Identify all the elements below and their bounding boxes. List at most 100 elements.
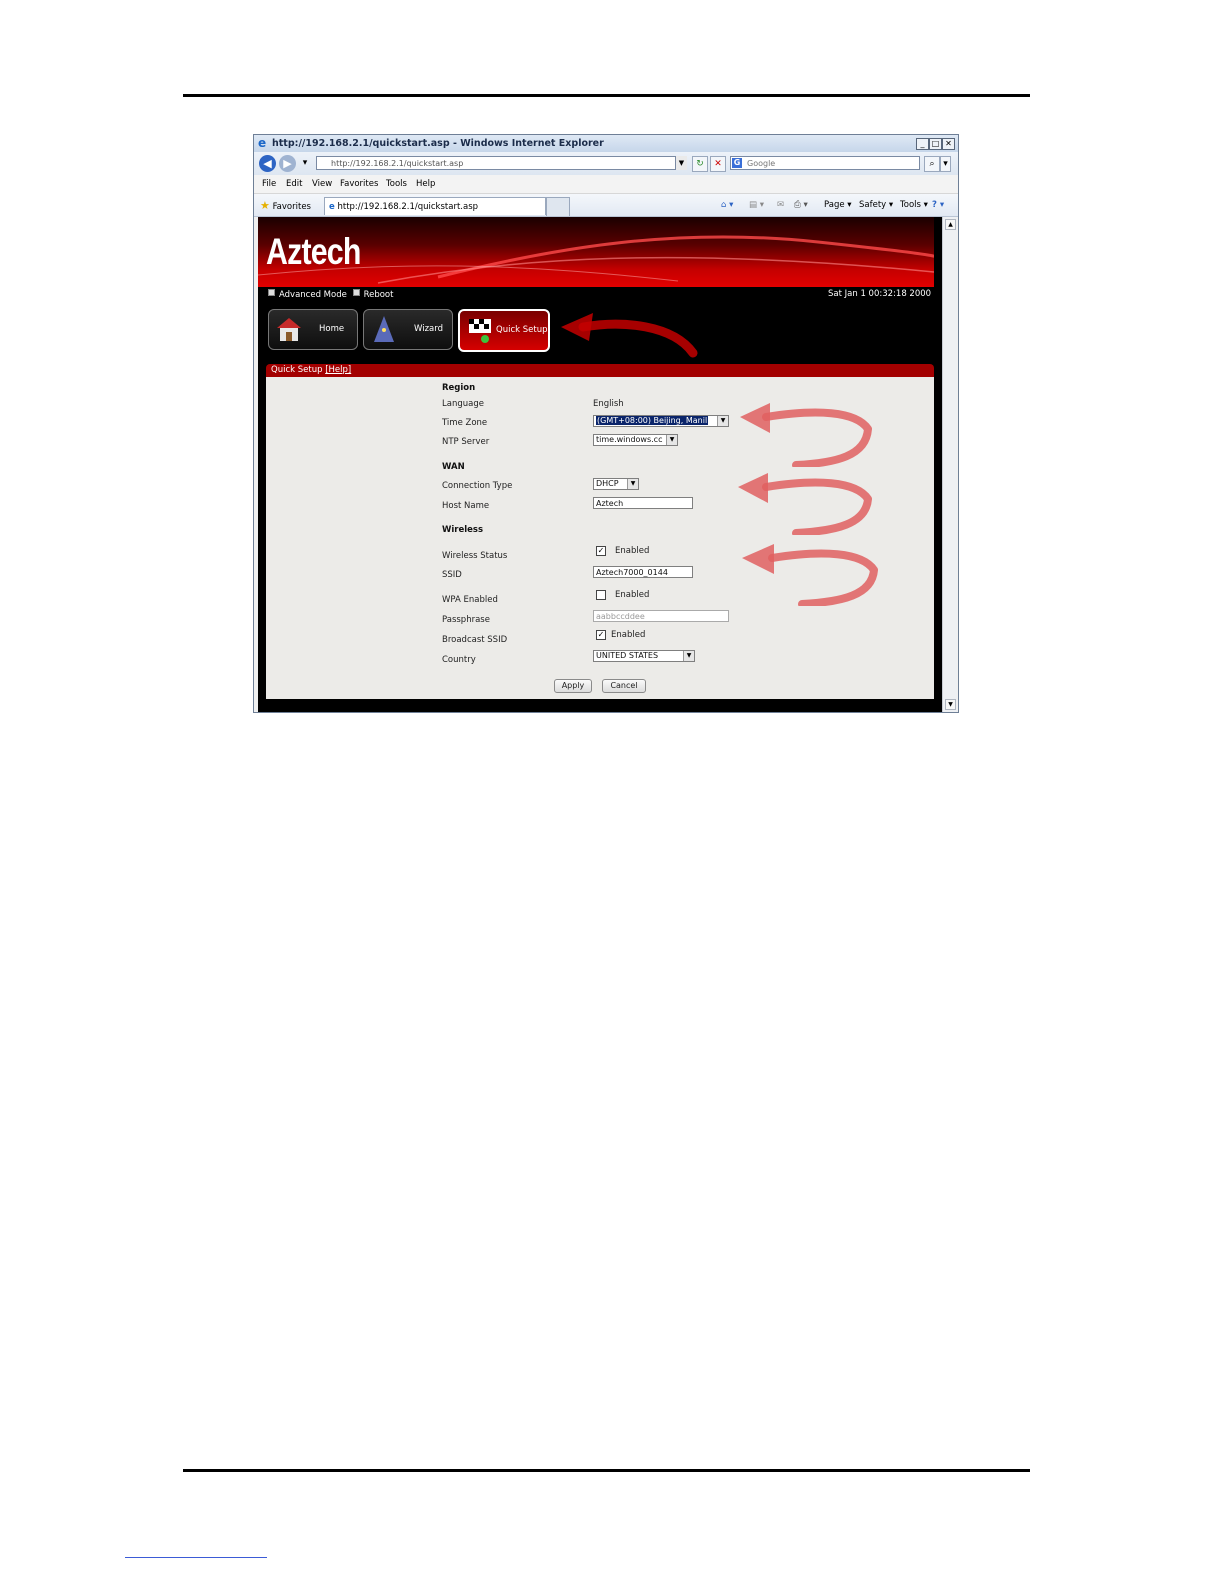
print-icon[interactable]: ⎙ ▾ [794, 200, 808, 210]
ssid-input[interactable]: Aztech7000_0144 [593, 566, 693, 578]
vertical-scrollbar[interactable]: ▲ ▼ [942, 217, 957, 712]
forward-button[interactable]: ▶ [279, 155, 296, 172]
ssid-label: SSID [442, 570, 462, 580]
tile-quick-setup-label: Quick Setup [496, 325, 548, 335]
tab-ie-icon: e [329, 202, 335, 212]
annotation-arrow-icon [738, 473, 872, 535]
annotation-arrow-icon [561, 313, 698, 358]
panel-header: Quick Setup [Help] [266, 364, 934, 377]
country-value: UNITED STATES [596, 651, 659, 660]
passphrase-label: Passphrase [442, 615, 490, 625]
favorites-button[interactable]: ★ Favorites [260, 199, 311, 212]
back-button[interactable]: ◀ [259, 155, 276, 172]
page-menu[interactable]: Page ▾ [824, 200, 852, 210]
menu-tools[interactable]: Tools [386, 179, 407, 189]
broadcast-ssid-label: Broadcast SSID [442, 635, 508, 645]
menu-favorites[interactable]: Favorites [340, 179, 378, 189]
host-name-label: Host Name [442, 501, 490, 511]
aztech-banner: Aztech [258, 217, 934, 287]
top-nav: Advanced Mode Reboot [268, 289, 393, 300]
quick-setup-panel: Region Language English Time Zone (GMT+0… [266, 377, 934, 699]
menu-edit[interactable]: Edit [286, 179, 302, 189]
dropdown-arrow-icon: ▼ [627, 479, 638, 489]
ntp-value: time.windows.cc [596, 435, 663, 444]
wpa-label: WPA Enabled [442, 595, 498, 605]
feeds-icon[interactable]: ▤ ▾ [749, 200, 764, 210]
wireless-status-label: Wireless Status [442, 551, 508, 561]
country-label: Country [442, 655, 476, 665]
reboot-link[interactable]: Reboot [364, 290, 394, 300]
wpa-enabled: Enabled [615, 590, 650, 600]
house-icon [277, 318, 301, 341]
stop-button[interactable]: ✕ [710, 156, 726, 172]
help-link[interactable]: [Help] [325, 365, 351, 375]
dropdown-arrow-icon: ▼ [683, 651, 694, 661]
tools-menu[interactable]: Tools ▾ [900, 200, 928, 210]
connection-type-select[interactable]: DHCP ▼ [593, 478, 639, 490]
menu-file[interactable]: File [262, 179, 276, 189]
search-input[interactable]: Google [730, 156, 920, 170]
wizard-icon [374, 316, 394, 342]
scroll-up-icon[interactable]: ▲ [945, 219, 956, 230]
tile-quick-setup[interactable]: Quick Setup [458, 309, 550, 352]
panel-title: Quick Setup [271, 365, 323, 375]
address-field[interactable]: http://192.168.2.1/quickstart.asp [316, 156, 686, 170]
search-button[interactable]: ⌕ [924, 156, 940, 172]
star-icon: ★ [260, 199, 270, 212]
timezone-value: (GMT+08:00) Beijing, Manil [596, 416, 709, 425]
browser-window: e http://192.168.2.1/quickstart.asp - Wi… [253, 134, 959, 713]
maximize-button[interactable]: □ [929, 138, 942, 150]
footer-rule [183, 1469, 1030, 1472]
annotation-arrow-icon [742, 544, 878, 606]
scroll-down-icon[interactable]: ▼ [945, 699, 956, 710]
section-region: Region [442, 383, 476, 393]
passphrase-input[interactable]: aabbccddee [593, 610, 729, 622]
dropdown-arrow-icon: ▼ [717, 416, 728, 426]
menu-view[interactable]: View [312, 179, 332, 189]
ntp-label: NTP Server [442, 437, 490, 447]
google-icon: G [732, 158, 742, 168]
annotation-arrow-icon [740, 403, 872, 467]
wireless-status-checkbox[interactable]: ✓ [596, 546, 606, 556]
mail-icon[interactable]: ✉ [777, 200, 784, 210]
window-title: http://192.168.2.1/quickstart.asp - Wind… [272, 138, 604, 149]
host-name-input[interactable]: Aztech [593, 497, 693, 509]
help-icon[interactable]: ? ▾ [932, 200, 944, 210]
section-wan: WAN [442, 462, 465, 472]
advanced-mode-link[interactable]: Advanced Mode [279, 290, 347, 300]
language-value: English [593, 399, 624, 409]
timezone-label: Time Zone [442, 418, 488, 428]
tile-wizard-label: Wizard [414, 324, 443, 334]
title-bar: e http://192.168.2.1/quickstart.asp - Wi… [254, 135, 958, 152]
wireless-status-enabled: Enabled [615, 546, 650, 556]
ie-logo-icon: e [258, 136, 267, 150]
broadcast-ssid-checkbox[interactable]: ✓ [596, 630, 606, 640]
menu-help[interactable]: Help [416, 179, 435, 189]
bullet-icon [268, 289, 275, 296]
minimize-button[interactable]: _ [916, 138, 929, 150]
connection-type-label: Connection Type [442, 481, 513, 491]
language-label: Language [442, 399, 484, 409]
ntp-select[interactable]: time.windows.cc ▼ [593, 434, 678, 446]
header-rule [183, 94, 1030, 97]
recent-pages-dropdown[interactable]: ▾ [298, 156, 312, 170]
tile-wizard[interactable]: Wizard [363, 309, 453, 350]
new-tab-button[interactable] [546, 197, 570, 216]
section-wireless: Wireless [442, 525, 484, 535]
apply-button[interactable]: Apply [554, 679, 592, 693]
search-options-button[interactable]: ▾ [940, 156, 951, 172]
router-datetime: Sat Jan 1 00:32:18 2000 [828, 289, 932, 299]
connection-type-value: DHCP [596, 479, 619, 488]
close-button[interactable]: ✕ [942, 138, 955, 150]
wpa-checkbox[interactable] [596, 590, 606, 600]
refresh-button[interactable]: ↻ [692, 156, 708, 172]
timezone-select[interactable]: (GMT+08:00) Beijing, Manil ▼ [593, 415, 729, 427]
aztech-logo: Aztech [266, 231, 361, 272]
tile-home[interactable]: Home [268, 309, 358, 350]
address-dropdown[interactable]: ▼ [675, 156, 687, 170]
home-icon[interactable]: ⌂ ▾ [721, 200, 733, 210]
browser-tab[interactable]: e http://192.168.2.1/quickstart.asp [324, 197, 546, 215]
safety-menu[interactable]: Safety ▾ [859, 200, 893, 210]
country-select[interactable]: UNITED STATES ▼ [593, 650, 695, 662]
cancel-button[interactable]: Cancel [602, 679, 646, 693]
